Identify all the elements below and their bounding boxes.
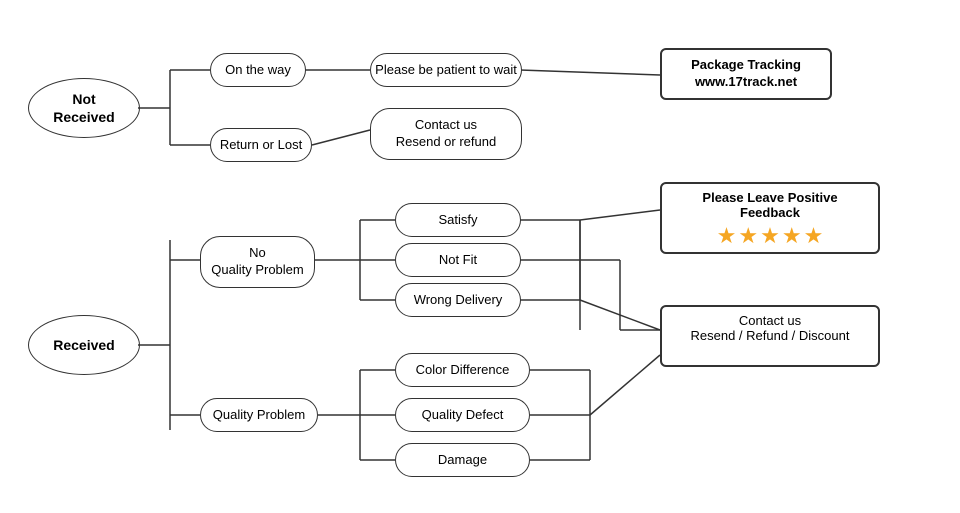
wrong-delivery-label: Wrong Delivery <box>414 292 503 309</box>
not-received-label: Not Received <box>53 90 114 126</box>
positive-feedback-label: Please Leave Positive Feedback <box>672 190 868 220</box>
positive-feedback-box: Please Leave Positive Feedback ★ ★ ★ ★ ★ <box>660 182 880 254</box>
package-tracking-node: Package Tracking www.17track.net <box>660 48 832 100</box>
return-lost-label: Return or Lost <box>220 137 302 154</box>
star-4: ★ <box>782 223 802 249</box>
star-5: ★ <box>804 223 824 249</box>
patient-node: Please be patient to wait <box>370 53 522 87</box>
contact-refund-discount-box: Contact us Resend / Refund / Discount <box>660 305 880 367</box>
satisfy-label: Satisfy <box>438 212 477 229</box>
damage-node: Damage <box>395 443 530 477</box>
on-the-way-label: On the way <box>225 62 291 79</box>
contact-resend-refund-node: Contact us Resend or refund <box>370 108 522 160</box>
received-node: Received <box>28 315 140 375</box>
not-fit-node: Not Fit <box>395 243 521 277</box>
star-2: ★ <box>738 223 758 249</box>
contact-resend-refund-label: Contact us Resend or refund <box>396 117 496 151</box>
not-fit-label: Not Fit <box>439 252 477 269</box>
satisfy-node: Satisfy <box>395 203 521 237</box>
color-difference-node: Color Difference <box>395 353 530 387</box>
no-quality-problem-label: No Quality Problem <box>211 245 303 279</box>
diagram: Not Received On the way Please be patien… <box>0 0 960 513</box>
on-the-way-node: On the way <box>210 53 306 87</box>
quality-problem-node: Quality Problem <box>200 398 318 432</box>
color-difference-label: Color Difference <box>416 362 510 379</box>
return-lost-node: Return or Lost <box>210 128 312 162</box>
star-3: ★ <box>760 223 780 249</box>
quality-defect-label: Quality Defect <box>422 407 504 424</box>
quality-problem-label: Quality Problem <box>213 407 305 424</box>
received-label: Received <box>53 336 114 354</box>
no-quality-problem-node: No Quality Problem <box>200 236 315 288</box>
damage-label: Damage <box>438 452 487 469</box>
stars-row: ★ ★ ★ ★ ★ <box>672 223 868 249</box>
wrong-delivery-node: Wrong Delivery <box>395 283 521 317</box>
star-1: ★ <box>717 223 737 249</box>
not-received-node: Not Received <box>28 78 140 138</box>
quality-defect-node: Quality Defect <box>395 398 530 432</box>
package-tracking-label: Package Tracking www.17track.net <box>691 57 801 91</box>
patient-label: Please be patient to wait <box>375 62 517 79</box>
contact-refund-discount-label: Contact us Resend / Refund / Discount <box>672 313 868 343</box>
